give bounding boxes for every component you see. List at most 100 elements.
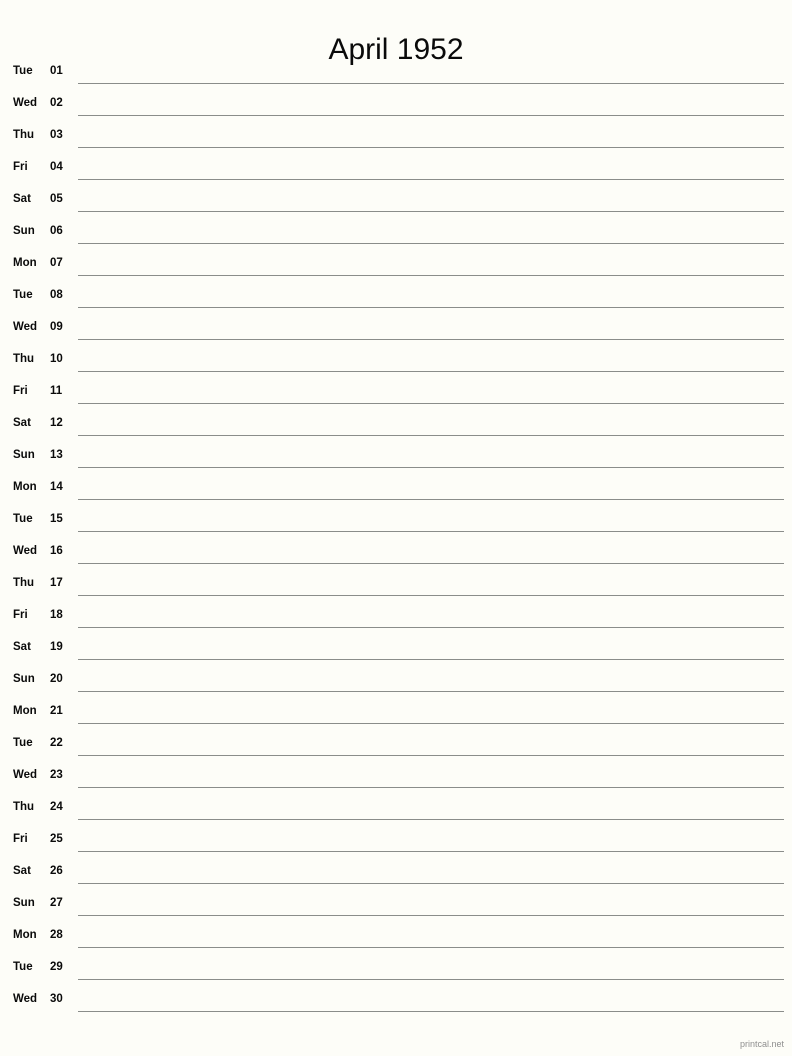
day-row[interactable]: Thu 24 [0,796,792,828]
day-row[interactable]: Sat 05 [0,188,792,220]
day-writing-line[interactable] [78,83,784,84]
day-number-label: 28 [50,929,63,941]
day-weekday-label: Wed [13,321,38,333]
day-row[interactable]: Wed 02 [0,92,792,124]
day-row[interactable]: Mon 28 [0,924,792,956]
day-weekday-label: Mon [13,257,37,269]
day-weekday-label: Sat [13,865,31,877]
day-writing-line[interactable] [78,531,784,532]
day-number-label: 21 [50,705,63,717]
day-writing-line[interactable] [78,787,784,788]
day-writing-line[interactable] [78,819,784,820]
day-weekday-label: Fri [13,385,28,397]
day-row[interactable]: Thu 03 [0,124,792,156]
day-number-label: 18 [50,609,63,621]
day-row-list: Tue 01 Wed 02 Thu 03 Fri 04 Sat 05 Sun 06 Mon 07 Tue 08… [0,60,792,1020]
day-row[interactable]: Sun 06 [0,220,792,252]
day-writing-line[interactable] [78,595,784,596]
day-writing-line[interactable] [78,755,784,756]
day-row[interactable]: Fri 04 [0,156,792,188]
day-row[interactable]: Tue 29 [0,956,792,988]
day-row[interactable]: Sat 26 [0,860,792,892]
day-row[interactable]: Thu 17 [0,572,792,604]
day-writing-line[interactable] [78,883,784,884]
day-row[interactable]: Mon 21 [0,700,792,732]
day-number-label: 03 [50,129,63,141]
day-weekday-label: Tue [13,737,33,749]
day-row[interactable]: Thu 10 [0,348,792,380]
day-writing-line[interactable] [78,467,784,468]
day-row[interactable]: Sun 27 [0,892,792,924]
day-weekday-label: Thu [13,353,35,365]
day-writing-line[interactable] [78,435,784,436]
day-weekday-label: Sun [13,673,35,685]
day-row[interactable]: Sun 20 [0,668,792,700]
day-writing-line[interactable] [78,947,784,948]
day-row[interactable]: Wed 09 [0,316,792,348]
day-number-label: 10 [50,353,63,365]
day-writing-line[interactable] [78,915,784,916]
day-writing-line[interactable] [78,211,784,212]
day-weekday-label: Wed [13,993,38,1005]
day-writing-line[interactable] [78,851,784,852]
footer-credit: printcal.net [739,1039,784,1049]
day-row[interactable]: Tue 01 [0,60,792,92]
day-row[interactable]: Mon 14 [0,476,792,508]
day-weekday-label: Thu [13,801,35,813]
day-writing-line[interactable] [78,179,784,180]
day-number-label: 15 [50,513,63,525]
day-writing-line[interactable] [78,563,784,564]
day-row[interactable]: Fri 11 [0,380,792,412]
day-writing-line[interactable] [78,979,784,980]
day-weekday-label: Wed [13,769,38,781]
day-number-label: 30 [50,993,63,1005]
day-writing-line[interactable] [78,403,784,404]
day-writing-line[interactable] [78,723,784,724]
day-writing-line[interactable] [78,691,784,692]
day-weekday-label: Sat [13,417,31,429]
day-weekday-label: Tue [13,65,33,77]
day-number-label: 20 [50,673,63,685]
day-writing-line[interactable] [78,371,784,372]
day-row[interactable]: Sat 12 [0,412,792,444]
day-writing-line[interactable] [78,115,784,116]
day-row[interactable]: Fri 25 [0,828,792,860]
day-number-label: 29 [50,961,63,973]
day-number-label: 07 [50,257,63,269]
day-number-label: 25 [50,833,63,845]
day-weekday-label: Sun [13,449,35,461]
day-row[interactable]: Wed 30 [0,988,792,1020]
day-row[interactable]: Sat 19 [0,636,792,668]
day-number-label: 12 [50,417,63,429]
day-number-label: 05 [50,193,63,205]
day-number-label: 02 [50,97,63,109]
day-writing-line[interactable] [78,659,784,660]
day-writing-line[interactable] [78,339,784,340]
day-row[interactable]: Mon 07 [0,252,792,284]
day-writing-line[interactable] [78,147,784,148]
calendar-page: April 1952 Tue 01 Wed 02 Thu 03 Fri 04 Sat 05 Sun 0… [0,0,792,1056]
day-weekday-label: Thu [13,577,35,589]
day-weekday-label: Thu [13,129,35,141]
day-writing-line[interactable] [78,499,784,500]
day-row[interactable]: Sun 13 [0,444,792,476]
day-weekday-label: Wed [13,545,38,557]
day-weekday-label: Mon [13,481,37,493]
day-row[interactable]: Wed 16 [0,540,792,572]
day-row[interactable]: Tue 22 [0,732,792,764]
day-weekday-label: Tue [13,961,33,973]
day-weekday-label: Sat [13,641,31,653]
day-number-label: 23 [50,769,63,781]
day-row[interactable]: Tue 15 [0,508,792,540]
day-writing-line[interactable] [78,627,784,628]
day-row[interactable]: Wed 23 [0,764,792,796]
day-writing-line[interactable] [78,243,784,244]
day-row[interactable]: Fri 18 [0,604,792,636]
day-writing-line[interactable] [78,275,784,276]
day-writing-line[interactable] [78,307,784,308]
day-writing-line[interactable] [78,1011,784,1012]
day-row[interactable]: Tue 08 [0,284,792,316]
day-number-label: 17 [50,577,63,589]
day-number-label: 04 [50,161,63,173]
day-number-label: 01 [50,65,63,77]
